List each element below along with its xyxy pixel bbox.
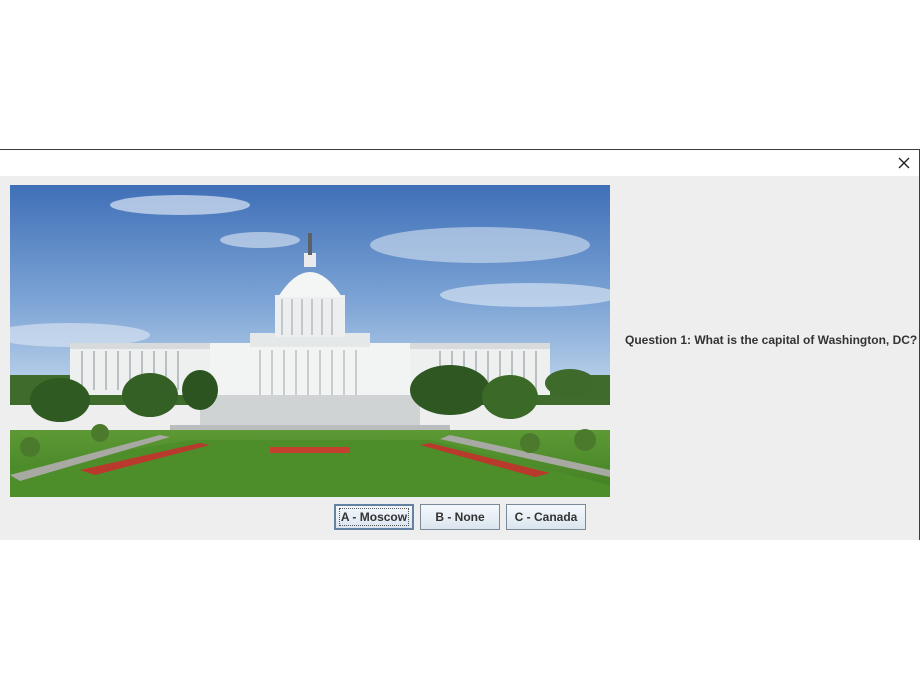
- close-button[interactable]: [895, 154, 913, 172]
- quiz-content: Question 1: What is the capital of Washi…: [0, 176, 919, 540]
- capitol-photo: [10, 185, 610, 497]
- answer-a-button[interactable]: A - Moscow: [334, 504, 414, 530]
- answer-c-label: C - Canada: [514, 510, 578, 524]
- answer-b-button[interactable]: B - None: [420, 504, 500, 530]
- capitol-image: [10, 185, 610, 497]
- answer-buttons: A - Moscow B - None C - Canada: [334, 504, 586, 530]
- quiz-window: Question 1: What is the capital of Washi…: [0, 149, 920, 540]
- answer-a-label: A - Moscow: [338, 508, 410, 526]
- answer-b-label: B - None: [435, 510, 485, 524]
- close-icon: [898, 157, 910, 169]
- answer-c-button[interactable]: C - Canada: [506, 504, 586, 530]
- question-text: Question 1: What is the capital of Washi…: [625, 333, 918, 347]
- title-bar: [0, 150, 919, 176]
